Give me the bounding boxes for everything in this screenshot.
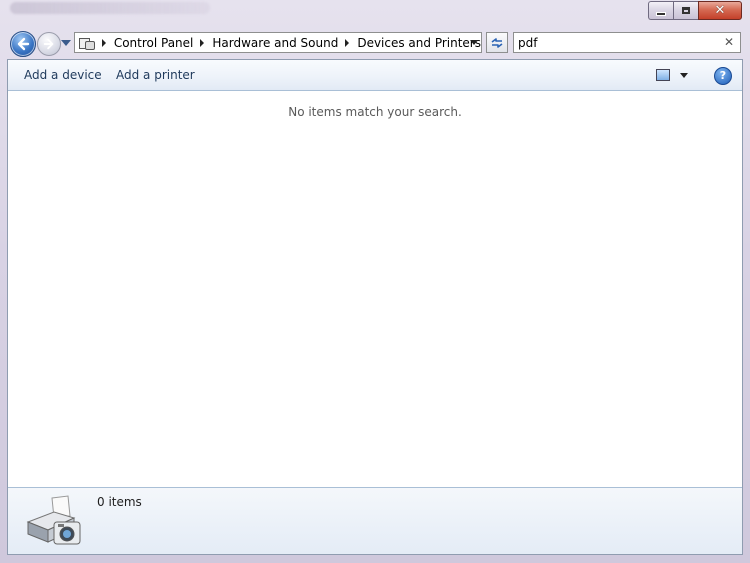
minimize-icon [656,11,666,16]
window-frame: ✕ Control Panel Hardware and Sound Devic… [0,0,750,563]
address-history-dropdown[interactable] [470,40,478,45]
add-device-button[interactable]: Add a device [24,68,102,82]
maximize-button[interactable] [673,1,698,20]
close-icon: ✕ [714,3,726,18]
details-pane: 0 items [8,487,742,554]
breadcrumb-separator[interactable] [200,38,205,47]
address-bar[interactable]: Control Panel Hardware and Sound Devices… [74,32,482,53]
refresh-icon [491,37,503,48]
forward-button[interactable] [37,32,61,56]
add-printer-button[interactable]: Add a printer [116,68,195,82]
content-pane: Add a device Add a printer ? No items ma… [7,59,743,555]
clear-search-icon[interactable]: ✕ [724,35,734,49]
caption-buttons: ✕ [648,1,742,20]
breadcrumb-hardware-and-sound[interactable]: Hardware and Sound [212,36,338,50]
control-panel-icon [78,36,95,50]
empty-results-message: No items match your search. [288,105,462,119]
refresh-button[interactable] [486,32,508,53]
breadcrumb-devices-and-printers[interactable]: Devices and Printers [357,36,481,50]
breadcrumb-separator[interactable] [101,38,106,47]
more-options-dropdown[interactable] [680,73,688,78]
search-input[interactable] [518,35,713,50]
item-count: 0 items [97,495,142,509]
search-box: ✕ [513,32,741,53]
title-bar-area [10,2,210,14]
change-view-icon[interactable] [656,69,670,81]
close-button[interactable]: ✕ [698,1,742,20]
printer-camera-icon [26,495,81,545]
breadcrumb-control-panel[interactable]: Control Panel [114,36,194,50]
recent-pages-dropdown[interactable] [61,40,71,46]
minimize-button[interactable] [648,1,673,20]
help-icon[interactable]: ? [714,67,732,85]
maximize-icon [682,7,690,14]
breadcrumb-separator[interactable] [345,38,350,47]
back-button[interactable] [10,31,36,57]
forward-arrow-icon [43,38,54,50]
back-arrow-icon [17,37,30,51]
command-bar: Add a device Add a printer ? [8,60,742,91]
